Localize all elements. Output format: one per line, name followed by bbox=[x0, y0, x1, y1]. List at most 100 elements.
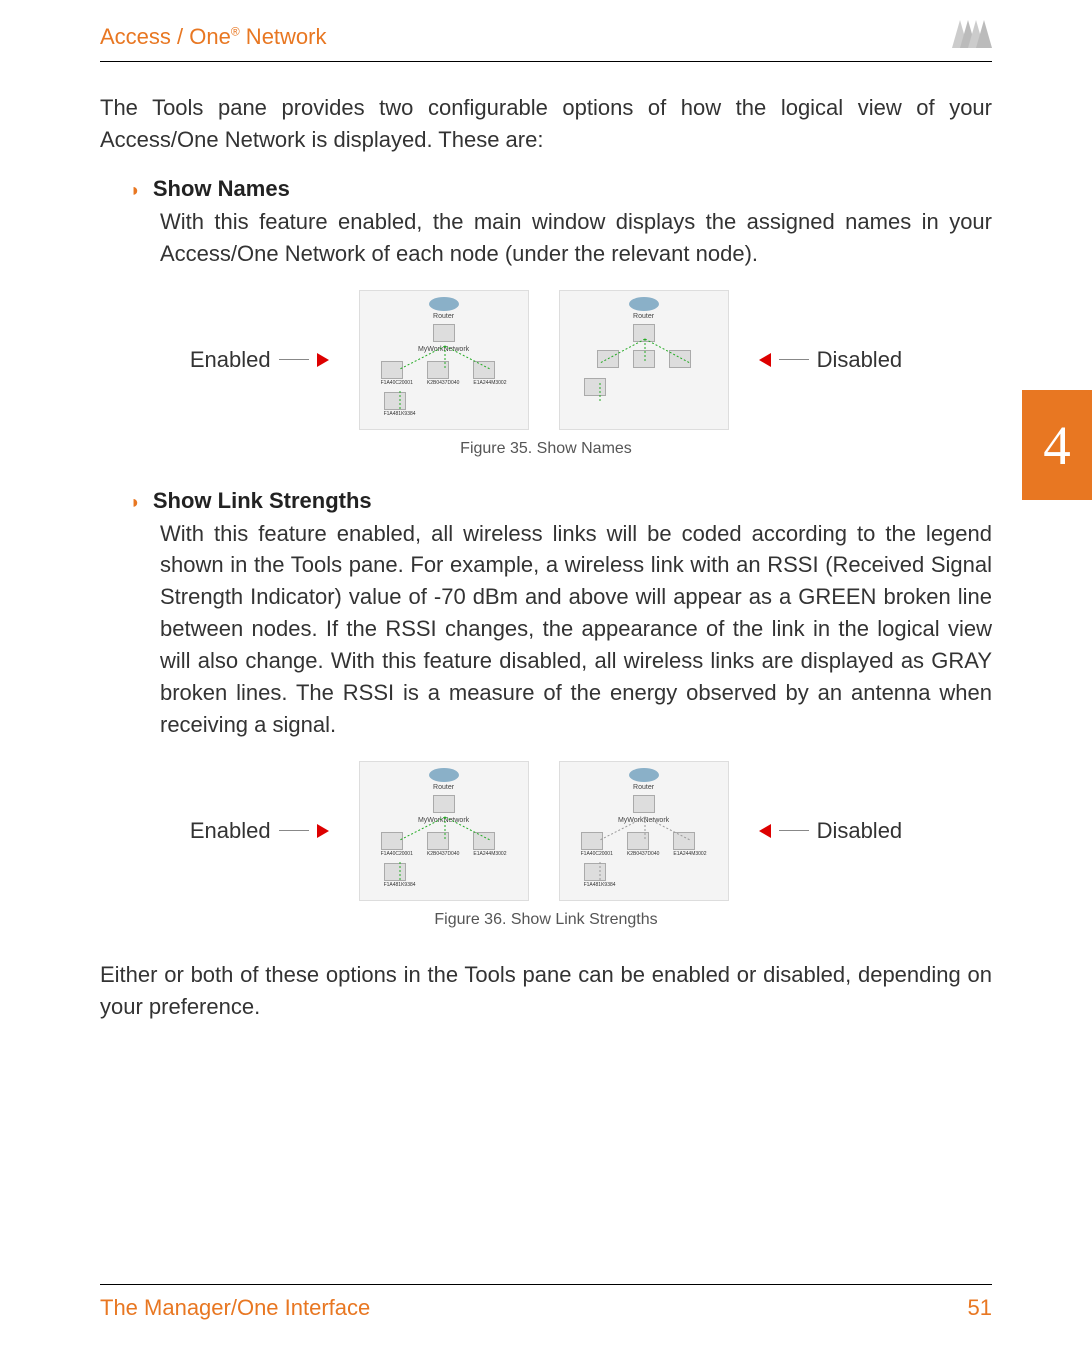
disabled-text: Disabled bbox=[817, 347, 903, 373]
leaf-label: F1A40C20001 bbox=[581, 851, 613, 857]
router-icon bbox=[629, 768, 659, 782]
router-label: Router bbox=[364, 313, 524, 320]
leaf-node: F1A481K9384 bbox=[384, 392, 524, 417]
leaf-label: F1A40C20001 bbox=[381, 851, 413, 857]
topo-row: F1A40C20001 K2B0437D040 E1A244M3002 bbox=[364, 361, 524, 386]
topology-disabled-names: Router bbox=[559, 290, 729, 430]
node-icon bbox=[581, 832, 603, 850]
bullet-show-names: ◗ Show Names With this feature enabled, … bbox=[130, 176, 992, 270]
leaf-label: E1A244M3002 bbox=[473, 380, 506, 386]
footer-section-title: The Manager/One Interface bbox=[100, 1295, 370, 1321]
enabled-text: Enabled bbox=[190, 818, 271, 844]
leaf-node bbox=[584, 378, 724, 396]
topology-disabled-links: Router MyWorkNetwork F1A40C20001 K2B0437… bbox=[559, 761, 729, 901]
arrow-left-icon bbox=[759, 818, 771, 844]
router-label: Router bbox=[564, 313, 724, 320]
bullet-header: ◗ Show Names bbox=[130, 176, 992, 202]
arrow-line bbox=[279, 359, 309, 360]
router-label: Router bbox=[364, 784, 524, 791]
arrow-right-icon bbox=[317, 347, 329, 373]
bullet-header: ◗ Show Link Strengths bbox=[130, 488, 992, 514]
leaf-label: K2B0437D040 bbox=[627, 851, 660, 857]
leaf-node: F1A40C20001 bbox=[381, 832, 413, 857]
network-label: MyWorkNetwork bbox=[364, 817, 524, 824]
chapter-tab: 4 bbox=[1022, 390, 1092, 500]
leaf-label: E1A244M3002 bbox=[673, 851, 706, 857]
registered-mark: ® bbox=[231, 24, 240, 38]
network-node-icon bbox=[633, 324, 655, 342]
node-icon bbox=[427, 361, 449, 379]
brand-logo-icon bbox=[952, 20, 992, 53]
arrow-left-icon bbox=[759, 347, 771, 373]
header-title: Access / One® Network bbox=[100, 24, 326, 50]
disabled-label: Disabled bbox=[759, 347, 903, 373]
topo-row: F1A40C20001 K2B0437D040 E1A244M3002 bbox=[364, 832, 524, 857]
bullet-title: Show Names bbox=[153, 176, 290, 202]
leaf-label: E1A244M3002 bbox=[473, 851, 506, 857]
bullet-icon: ◗ bbox=[130, 180, 141, 201]
header-title-prefix: Access / One bbox=[100, 24, 231, 49]
enabled-text: Enabled bbox=[190, 347, 271, 373]
node-icon bbox=[381, 361, 403, 379]
leaf-node: K2B0437D040 bbox=[427, 361, 460, 386]
leaf-label: F1A481K9384 bbox=[584, 882, 724, 888]
node-icon bbox=[381, 832, 403, 850]
leaf-node: F1A40C20001 bbox=[381, 361, 413, 386]
topology-enabled-names: Router MyWorkNetwork F1A40C20001 K2B0437… bbox=[359, 290, 529, 430]
leaf-node: F1A40C20001 bbox=[581, 832, 613, 857]
outro-text: Either or both of these options in the T… bbox=[100, 959, 992, 1023]
arrow-line bbox=[779, 359, 809, 360]
intro-text: The Tools pane provides two configurable… bbox=[100, 92, 992, 156]
leaf-node: E1A244M3002 bbox=[673, 832, 706, 857]
leaf-node: K2B0437D040 bbox=[627, 832, 660, 857]
arrow-line bbox=[779, 830, 809, 831]
network-label: MyWorkNetwork bbox=[564, 817, 724, 824]
node-icon bbox=[584, 378, 606, 396]
leaf-node: K2B0437D040 bbox=[427, 832, 460, 857]
network-node-icon bbox=[433, 324, 455, 342]
bullet-title: Show Link Strengths bbox=[153, 488, 372, 514]
page-footer: The Manager/One Interface 51 bbox=[100, 1284, 992, 1321]
router-icon bbox=[429, 297, 459, 311]
network-label: MyWorkNetwork bbox=[364, 346, 524, 353]
figure-show-link-strengths: Enabled Router MyWorkNetwork F1A40C20001… bbox=[100, 761, 992, 901]
topo-row: F1A40C20001 K2B0437D040 E1A244M3002 bbox=[564, 832, 724, 857]
figure-show-names: Enabled Router MyWorkNetwork F1A40C20001… bbox=[100, 290, 992, 430]
node-icon bbox=[384, 392, 406, 410]
leaf-label: K2B0437D040 bbox=[427, 851, 460, 857]
leaf-node: E1A244M3002 bbox=[473, 832, 506, 857]
router-icon bbox=[629, 297, 659, 311]
disabled-text: Disabled bbox=[817, 818, 903, 844]
arrow-right-icon bbox=[317, 818, 329, 844]
router-icon bbox=[429, 768, 459, 782]
figure-caption-35: Figure 35. Show Names bbox=[100, 440, 992, 458]
node-icon bbox=[673, 832, 695, 850]
figure-caption-36: Figure 36. Show Link Strengths bbox=[100, 911, 992, 929]
node-icon bbox=[473, 361, 495, 379]
leaf-node: E1A244M3002 bbox=[473, 361, 506, 386]
router-label: Router bbox=[564, 784, 724, 791]
network-node-icon bbox=[433, 795, 455, 813]
footer-page-number: 51 bbox=[968, 1295, 992, 1321]
header-title-suffix: Network bbox=[240, 24, 327, 49]
disabled-label: Disabled bbox=[759, 818, 903, 844]
arrow-line bbox=[279, 830, 309, 831]
bullet-body: With this feature enabled, the main wind… bbox=[160, 206, 992, 270]
bullet-show-link-strengths: ◗ Show Link Strengths With this feature … bbox=[130, 488, 992, 741]
bullet-icon: ◗ bbox=[130, 492, 141, 513]
enabled-label: Enabled bbox=[190, 818, 329, 844]
node-icon bbox=[473, 832, 495, 850]
leaf-label: K2B0437D040 bbox=[427, 380, 460, 386]
network-node-icon bbox=[633, 795, 655, 813]
leaf-label: F1A40C20001 bbox=[381, 380, 413, 386]
leaf-node: F1A481K9384 bbox=[584, 863, 724, 888]
topology-enabled-links: Router MyWorkNetwork F1A40C20001 K2B0437… bbox=[359, 761, 529, 901]
bullet-body: With this feature enabled, all wireless … bbox=[160, 518, 992, 741]
leaf-node: F1A481K9384 bbox=[384, 863, 524, 888]
node-icon bbox=[627, 832, 649, 850]
leaf-label: F1A481K9384 bbox=[384, 411, 524, 417]
node-icon bbox=[633, 350, 655, 368]
node-icon bbox=[669, 350, 691, 368]
node-icon bbox=[597, 350, 619, 368]
node-icon bbox=[427, 832, 449, 850]
